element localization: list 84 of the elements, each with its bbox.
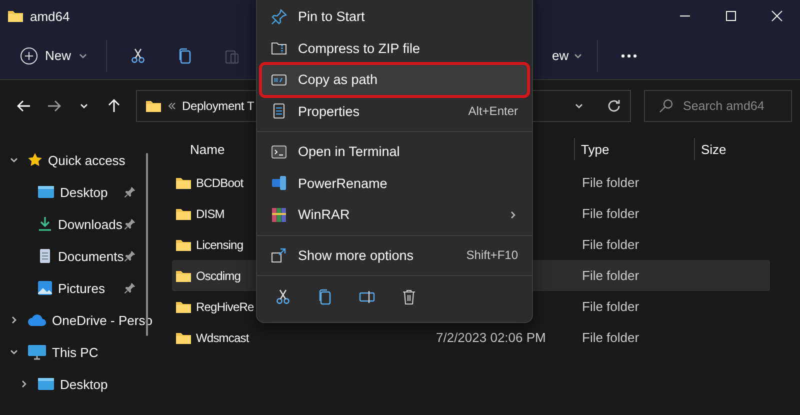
scrollbar[interactable] [146,153,148,336]
more-icon [620,52,638,58]
pin-icon [124,282,136,294]
star-icon [27,152,43,168]
menu-item[interactable]: Open in Terminal [261,136,528,168]
type-cell: File folder [582,206,640,221]
desktop-icon [37,377,55,391]
cut-icon [275,289,291,305]
sidebar-item[interactable]: Desktop [60,184,108,200]
search-field[interactable]: Search amd64 [644,90,792,122]
new-button[interactable]: New [16,42,92,68]
rename-field-icon [359,289,375,305]
document-icon [37,248,53,264]
refresh-icon [606,98,622,114]
plus-circle-icon [20,46,38,64]
chevron-down-icon [9,347,19,357]
maximize-icon [725,10,737,22]
menu-item[interactable]: Show more options Shift+F10 [261,240,528,271]
chevron-right-icon [19,379,29,389]
type-cell: File folder [582,268,640,283]
trash-icon [401,289,417,305]
properties-icon [271,103,287,120]
desktop-icon [37,185,55,199]
folder-icon [7,9,24,23]
file-name[interactable]: Wdsmcast [196,330,249,344]
copy-icon [317,289,333,305]
folder-icon [175,238,192,252]
sidebar-item[interactable]: Downloads [58,216,122,232]
folder-icon [175,206,192,220]
zip-folder-icon [271,40,287,56]
pin-icon [124,218,136,230]
menu-item[interactable]: Pin to Start [261,1,528,32]
copy-icon [177,48,194,64]
chevron-right-icon [9,315,19,325]
pictures-icon [37,280,53,296]
address-path: Deployment T [182,98,254,112]
chevron-down-icon [9,155,19,165]
monitor-icon [27,344,47,360]
download-icon [37,216,53,232]
folder-icon [175,268,192,282]
open-external-icon [271,247,287,264]
type-cell: File folder [582,237,640,252]
folder-icon [175,300,192,314]
file-name[interactable]: DISM [196,206,224,220]
back-arrow-icon [16,98,32,114]
type-cell: File folder [582,330,640,345]
file-name[interactable]: Licensing [196,238,244,252]
sidebar-item[interactable]: This PC [52,344,98,360]
folder-icon [175,176,192,190]
type-cell: File folder [582,299,640,314]
path-icon [271,72,287,88]
pin-icon [271,8,287,25]
cut-icon [130,48,146,64]
overflow-chevrons-icon [168,102,176,110]
date-cell: 7/2/2023 02:06 PM [436,330,546,345]
menu-item[interactable]: Compress to ZIP file [261,32,528,64]
file-name[interactable]: Oscdimg [196,268,241,282]
terminal-icon [271,144,287,160]
pin-icon [124,250,136,262]
menu-item[interactable]: Copy as path [261,64,528,96]
menu-item[interactable]: WinRAR [261,199,528,230]
sidebar-item[interactable]: Desktop [60,376,108,392]
column-header[interactable]: Type [574,138,694,160]
type-cell: File folder [582,175,640,190]
folder-icon [175,330,192,344]
sidebar-item[interactable]: Pictures [58,280,105,296]
up-arrow-icon [106,98,122,114]
folder-icon [145,98,162,112]
cloud-icon [27,313,47,327]
sidebar-item[interactable]: Documents [58,248,124,264]
close-icon [771,10,783,22]
rename-icon [271,175,287,192]
column-header[interactable]: Size [694,138,773,160]
archive-books-icon [271,206,287,223]
file-name[interactable]: RegHiveRe [196,300,254,314]
window-title: amd64 [30,8,70,24]
paste-icon [224,48,240,64]
pin-icon [124,186,136,198]
sidebar-item[interactable]: Quick access [48,152,126,168]
menu-item[interactable]: Properties Alt+Enter [261,96,528,127]
forward-arrow-icon [46,98,62,114]
file-name[interactable]: BCDBoot [196,176,244,190]
menu-item[interactable]: PowerRename [261,168,528,199]
view-button[interactable]: ew [552,44,583,67]
